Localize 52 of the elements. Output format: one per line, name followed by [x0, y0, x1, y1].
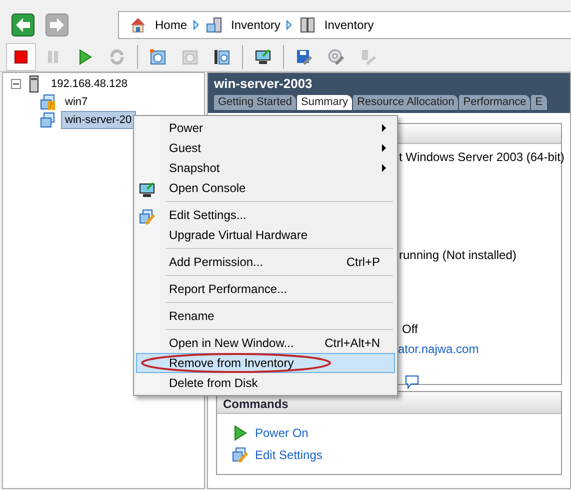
- menu-item[interactable]: Report Performance...: [136, 279, 395, 299]
- command-link[interactable]: Power On: [255, 424, 308, 442]
- chevron-icon: [193, 20, 200, 30]
- menu-item[interactable]: Add Permission... Ctrl+P: [136, 252, 395, 272]
- commands-header: Commands: [217, 392, 561, 414]
- collapse-toggle[interactable]: [11, 79, 21, 89]
- menu-item[interactable]: Open in New Window... Ctrl+Alt+N: [136, 333, 395, 353]
- refresh-icon: [108, 48, 126, 66]
- breadcrumb-link[interactable]: Inventory: [298, 16, 374, 34]
- tree-item[interactable]: 192.168.48.128: [47, 74, 132, 94]
- menu-item[interactable]: Open Console: [136, 178, 395, 198]
- menu-item[interactable]: Rename: [136, 306, 395, 326]
- tab[interactable]: E: [531, 95, 547, 110]
- menu-item[interactable]: Upgrade Virtual Hardware: [136, 225, 395, 245]
- menu-item[interactable]: Delete from Disk: [136, 373, 395, 393]
- edit-icon: [138, 208, 156, 226]
- tab[interactable]: Summary: [297, 95, 352, 110]
- chevron-icon: [286, 20, 292, 30]
- command-link[interactable]: Edit Settings: [255, 446, 322, 464]
- tab[interactable]: Resource Allocation: [353, 95, 458, 110]
- summary-text: t Windows Server 2003 (64-bit): [399, 150, 564, 164]
- home-icon: [129, 16, 147, 34]
- clock-icon: [181, 48, 199, 66]
- summary-text: Off: [402, 322, 418, 336]
- host-link[interactable]: ator.najwa.com: [398, 342, 479, 356]
- menu-item[interactable]: Power: [136, 118, 395, 138]
- monitor-icon: [138, 180, 156, 199]
- server-icon: [298, 16, 316, 34]
- tab[interactable]: Getting Started: [214, 95, 296, 110]
- menu-item[interactable]: Snapshot: [136, 158, 395, 178]
- monitor-icon: [254, 48, 272, 66]
- menu-item[interactable]: Edit Settings...: [136, 205, 395, 225]
- server-icon: [205, 16, 224, 34]
- clock-icon: [149, 48, 167, 66]
- breadcrumb-link[interactable]: Inventory: [205, 16, 280, 34]
- edit-icon: [231, 446, 249, 464]
- toolbar-button[interactable]: [6, 42, 36, 70]
- back-button[interactable]: [10, 12, 36, 38]
- wrench-clock-icon: [213, 48, 231, 66]
- tree-item[interactable]: win7: [61, 92, 92, 112]
- summary-text: running (Not installed): [399, 248, 516, 262]
- virtual-machine-icon: [39, 111, 57, 129]
- stop-icon: [12, 48, 30, 66]
- breadcrumb-link[interactable]: Home: [129, 16, 188, 34]
- panel-title: win-server-2003: [214, 76, 314, 92]
- tree-item[interactable]: win-server-20: [61, 110, 136, 130]
- floppy-wrench-icon: [295, 48, 313, 66]
- disc-wrench-icon: [327, 48, 345, 66]
- menu-item[interactable]: Guest: [136, 138, 395, 158]
- speech-bubble-icon: [405, 374, 419, 389]
- virtual-machine-icon: [39, 93, 57, 111]
- tab[interactable]: Performance: [459, 95, 530, 110]
